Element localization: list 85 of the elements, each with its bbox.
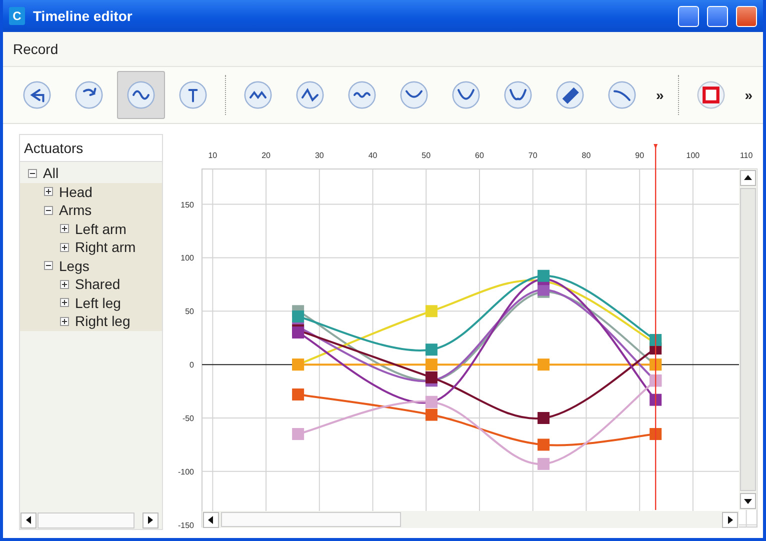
overflow-button[interactable]: » [738, 87, 759, 103]
tree-item[interactable]: Shared [20, 275, 162, 294]
undo-icon [22, 80, 52, 110]
keyframe-marker[interactable] [292, 388, 304, 400]
text-cursor-icon [178, 80, 208, 110]
expand-icon[interactable] [60, 224, 69, 234]
keyframe-marker[interactable] [292, 310, 304, 322]
expand-icon[interactable] [60, 242, 69, 252]
axis-tick-label: 20 [262, 151, 270, 160]
scroll-right-button[interactable] [722, 512, 738, 528]
pencil-icon [555, 80, 585, 110]
tree-item[interactable]: Legs [20, 256, 162, 275]
collapse-icon[interactable] [44, 206, 53, 215]
tree-item[interactable]: Arms [20, 201, 162, 220]
axis-tick-label: 150 [180, 200, 194, 210]
playhead-line[interactable] [654, 144, 658, 510]
zigzag-icon [243, 80, 273, 110]
app-icon: C [9, 7, 25, 25]
axis-tick-label: 40 [368, 151, 378, 160]
line-curve-icon [295, 80, 325, 110]
keyframe-marker[interactable] [538, 412, 550, 424]
collapse-icon[interactable] [28, 168, 37, 178]
keyframe-marker[interactable] [538, 438, 550, 451]
menu-item[interactable]: Record [13, 41, 58, 57]
window-title: Timeline editor [33, 8, 134, 24]
curve-icon [503, 80, 533, 110]
expand-icon[interactable] [60, 298, 69, 308]
expand-icon[interactable] [60, 316, 69, 326]
axis-tick-label: 100 [686, 151, 700, 160]
horizontal-scrollbar[interactable] [202, 511, 739, 528]
collapse-icon[interactable] [44, 261, 53, 270]
curve-icon [399, 80, 429, 110]
minimize-button[interactable] [678, 6, 699, 26]
axis-tick-label: 100 [180, 254, 194, 263]
axis-tick-label: 90 [635, 151, 644, 160]
axis-tick-label: 110 [740, 151, 753, 160]
tree-item[interactable]: Head [20, 182, 162, 201]
keyframe-marker[interactable] [538, 270, 550, 282]
right-arrow-icon [726, 516, 734, 524]
axis-tick-label: 30 [314, 151, 324, 160]
axis-tick-label: 70 [528, 151, 538, 160]
keyframe-marker[interactable] [538, 358, 550, 371]
tree-item[interactable]: Right arm [20, 238, 162, 256]
axis-tick-label: 50 [422, 151, 431, 160]
tree-item[interactable]: All [20, 164, 162, 182]
panel-header: Actuators [20, 135, 162, 162]
horizontal-scrollbar[interactable] [20, 512, 160, 529]
keyframe-marker[interactable] [650, 428, 662, 440]
down-arrow-icon [744, 497, 752, 505]
keyframe-marker[interactable] [292, 326, 304, 338]
expand-icon[interactable] [44, 187, 53, 196]
wave-icon [347, 80, 377, 110]
keyframe-marker[interactable] [425, 305, 438, 318]
wave-icon [126, 80, 156, 110]
keyframe-marker[interactable] [425, 344, 438, 356]
tree-item[interactable]: Left arm [20, 220, 162, 238]
axis-tick-label: -100 [178, 467, 194, 476]
axis-tick-label: -50 [182, 414, 194, 423]
maximize-button[interactable] [707, 6, 728, 26]
axis-tick-label: -150 [178, 520, 194, 530]
expand-icon[interactable] [60, 280, 69, 289]
close-button[interactable] [736, 6, 757, 26]
tree-item[interactable]: Left leg [20, 294, 162, 312]
stop-icon [696, 80, 726, 110]
left-arrow-icon [207, 516, 215, 524]
axis-tick-label: 0 [190, 360, 194, 370]
scroll-down-button[interactable] [740, 493, 756, 509]
overflow-button[interactable]: » [650, 87, 670, 103]
scrollbar-thumb[interactable] [221, 512, 401, 527]
curve-icon [607, 80, 637, 110]
keyframe-marker[interactable] [292, 428, 304, 440]
axis-tick-label: 50 [185, 307, 194, 316]
keyframe-marker[interactable] [538, 458, 550, 470]
up-arrow-icon [744, 174, 752, 182]
keyframe-marker[interactable] [425, 358, 438, 371]
scroll-left-button[interactable] [203, 512, 219, 528]
axis-tick-label: 10 [208, 151, 218, 160]
scrollbar-thumb[interactable] [740, 188, 756, 491]
axis-tick-label: 80 [582, 151, 591, 160]
curve-icon [451, 80, 481, 110]
redo-icon [74, 80, 104, 110]
scroll-up-button[interactable] [740, 170, 756, 186]
vertical-scrollbar[interactable] [739, 169, 757, 510]
tree-item[interactable]: Right leg [20, 312, 162, 330]
axis-tick-label: 60 [475, 151, 484, 160]
